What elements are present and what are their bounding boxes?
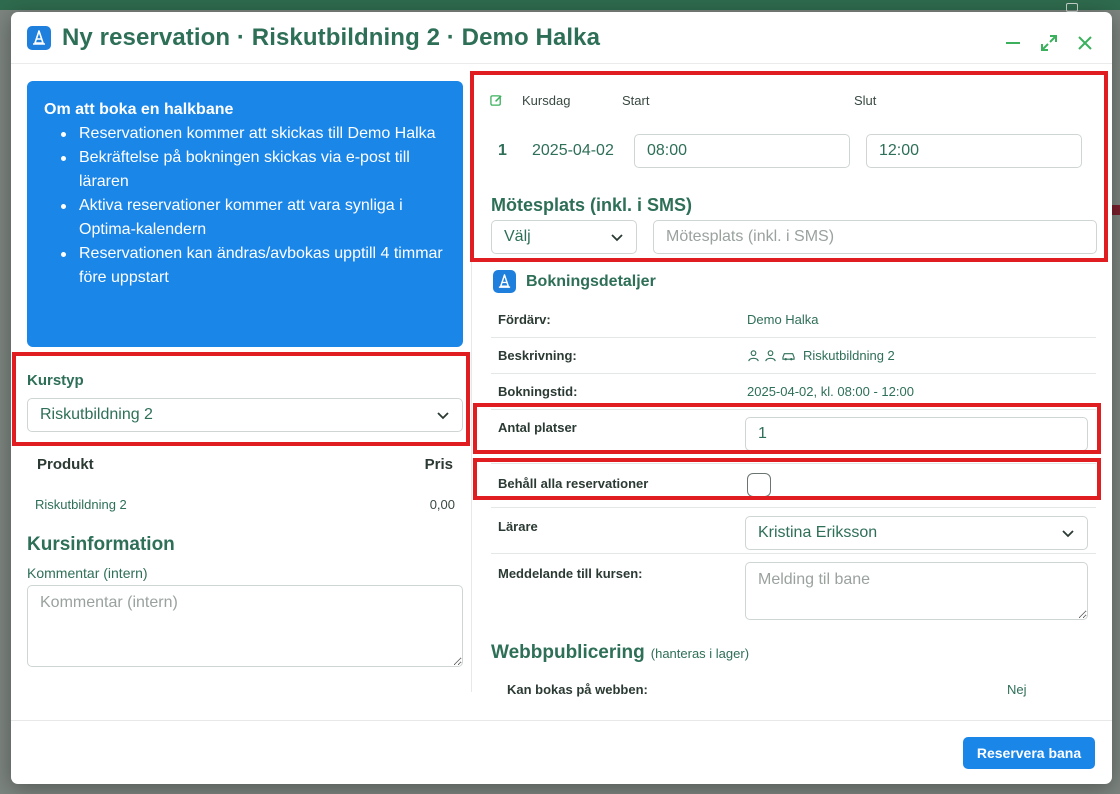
- expand-icon[interactable]: [1040, 34, 1058, 52]
- info-item: Aktiva reservationer kommer att vara syn…: [59, 194, 447, 242]
- product-table-header: Produkt Pris: [27, 456, 463, 473]
- info-list: Reservationen kommer att skickas till De…: [44, 122, 447, 290]
- meeting-input[interactable]: Mötesplats (inkl. i SMS): [653, 220, 1097, 254]
- antal-label: Antal platser: [498, 420, 577, 435]
- window-icon: [1066, 3, 1078, 12]
- antal-row: Antal platser 1: [491, 410, 1096, 464]
- behall-row: Behåll alla reservationer: [491, 464, 1096, 508]
- price-header: Pris: [424, 456, 453, 473]
- product-table: Produkt Pris Riskutbildning 2 0,00: [27, 456, 463, 512]
- web-section-header: Webbpublicering (hanteras i lager): [481, 642, 1097, 664]
- start-header: Start: [622, 92, 650, 108]
- reservation-modal: Ny reservation · Riskutbildning 2 · Demo…: [11, 12, 1112, 784]
- kan-bokas-label: Kan bokas på webben:: [507, 682, 648, 697]
- reservera-button[interactable]: Reservera bana: [963, 737, 1095, 769]
- info-item: Reservationen kan ändras/avbokas upptill…: [59, 242, 447, 290]
- info-item: Bekräftelse på bokningen skickas via e-p…: [59, 146, 447, 194]
- comment-textarea[interactable]: [27, 585, 463, 667]
- kursinfo-title: Kursinformation: [27, 534, 175, 555]
- minus-icon[interactable]: [1004, 34, 1022, 52]
- product-header: Produkt: [37, 456, 94, 473]
- fordarv-row: Fördärv: Demo Halka: [491, 302, 1096, 338]
- traffic-cone-icon: [493, 270, 516, 293]
- end-time-input[interactable]: 12:00: [866, 134, 1082, 168]
- behall-label: Behåll alla reservationer: [498, 476, 649, 491]
- beskrivning-cell: Riskutbildning 2: [747, 348, 1096, 363]
- table-row: Riskutbildning 2 0,00: [27, 497, 463, 512]
- car-icon: [782, 353, 795, 361]
- modal-header: Ny reservation · Riskutbildning 2 · Demo…: [11, 12, 1112, 64]
- info-title: Om att boka en halkbane: [44, 101, 234, 118]
- larare-row: Lärare Kristina Eriksson: [491, 508, 1096, 554]
- bokningstid-label: Bokningstid:: [498, 384, 578, 399]
- fordarv-value: Demo Halka: [747, 312, 819, 327]
- kurstyp-label: Kurstyp: [27, 372, 84, 389]
- left-column: Om att boka en halkbane Reservationen ko…: [27, 81, 463, 672]
- meddelande-row: Meddelande till kursen:: [491, 554, 1096, 632]
- web-row: Kan bokas på webben: Nej: [481, 682, 1097, 697]
- course-days-header: Kursdag Start Slut: [481, 87, 1097, 113]
- edit-icon[interactable]: [481, 94, 519, 107]
- info-box: Om att boka en halkbane Reservationen ko…: [27, 81, 463, 347]
- product-price: 0,00: [429, 497, 455, 512]
- kurstyp-select[interactable]: Riskutbildning 2: [27, 398, 463, 432]
- web-subtitle: (hanteras i lager): [650, 646, 750, 661]
- meeting-title: Mötesplats (inkl. i SMS): [491, 195, 693, 215]
- start-time-input[interactable]: 08:00: [634, 134, 850, 168]
- course-day-row: 1 2025-04-02 08:00 12:00: [481, 125, 1097, 177]
- right-column: Kursdag Start Slut 1 2025-04-02 08:00 12…: [481, 80, 1097, 697]
- kursinfo-section: Kursinformation Kommentar (intern): [27, 534, 463, 672]
- bokningstid-value: 2025-04-02, kl. 08:00 - 12:00: [747, 384, 914, 399]
- kurstyp-field: Kurstyp Riskutbildning 2: [27, 372, 463, 432]
- day-date: 2025-04-02: [532, 142, 614, 159]
- meddelande-textarea[interactable]: [745, 562, 1088, 620]
- beskrivning-value: Riskutbildning 2: [803, 348, 895, 363]
- person-icon: [748, 350, 759, 362]
- web-title: Webbpublicering: [491, 642, 645, 663]
- column-divider: [471, 72, 472, 692]
- bokningstid-row: Bokningstid: 2025-04-02, kl. 08:00 - 12:…: [491, 374, 1096, 410]
- traffic-cone-icon: [27, 25, 51, 50]
- chevron-down-icon: [437, 412, 449, 420]
- modal-footer: Reservera bana: [11, 720, 1112, 784]
- day-number: 1: [498, 142, 507, 159]
- product-name: Riskutbildning 2: [35, 497, 127, 512]
- modal-title: Ny reservation · Riskutbildning 2 · Demo…: [62, 23, 601, 51]
- kurstyp-value: Riskutbildning 2: [40, 406, 153, 423]
- beskrivning-label: Beskrivning:: [498, 348, 577, 363]
- person-icon: [765, 350, 776, 362]
- slut-header: Slut: [854, 92, 877, 108]
- booking-details: Fördärv: Demo Halka Beskrivning: Riskutb…: [481, 302, 1096, 632]
- larare-select[interactable]: Kristina Eriksson: [745, 516, 1088, 550]
- booking-title: Bokningsdetaljer: [526, 272, 656, 290]
- chevron-down-icon: [611, 234, 623, 242]
- kan-bokas-value: Nej: [1007, 682, 1027, 697]
- app-topbar: [0, 0, 1120, 10]
- meeting-select[interactable]: Välj: [491, 220, 637, 254]
- fordarv-label: Fördärv:: [498, 312, 551, 327]
- kursdag-header: Kursdag: [522, 92, 571, 108]
- larare-value: Kristina Eriksson: [758, 524, 878, 541]
- comment-label: Kommentar (intern): [27, 565, 148, 581]
- meeting-select-value: Välj: [504, 228, 531, 245]
- behall-checkbox[interactable]: [747, 473, 771, 497]
- background-marker: [1112, 205, 1120, 215]
- beskrivning-row: Beskrivning: Riskutbildning 2: [491, 338, 1096, 374]
- larare-label: Lärare: [498, 519, 538, 534]
- meddelande-label: Meddelande till kursen:: [498, 566, 643, 581]
- chevron-down-icon: [1062, 530, 1074, 538]
- close-icon[interactable]: [1076, 34, 1094, 52]
- meeting-row: Välj Mötesplats (inkl. i SMS): [481, 220, 1097, 254]
- booking-header: Bokningsdetaljer: [481, 270, 1097, 293]
- info-item: Reservationen kommer att skickas till De…: [59, 122, 447, 146]
- header-actions: [1004, 34, 1094, 52]
- antal-input[interactable]: 1: [745, 417, 1088, 451]
